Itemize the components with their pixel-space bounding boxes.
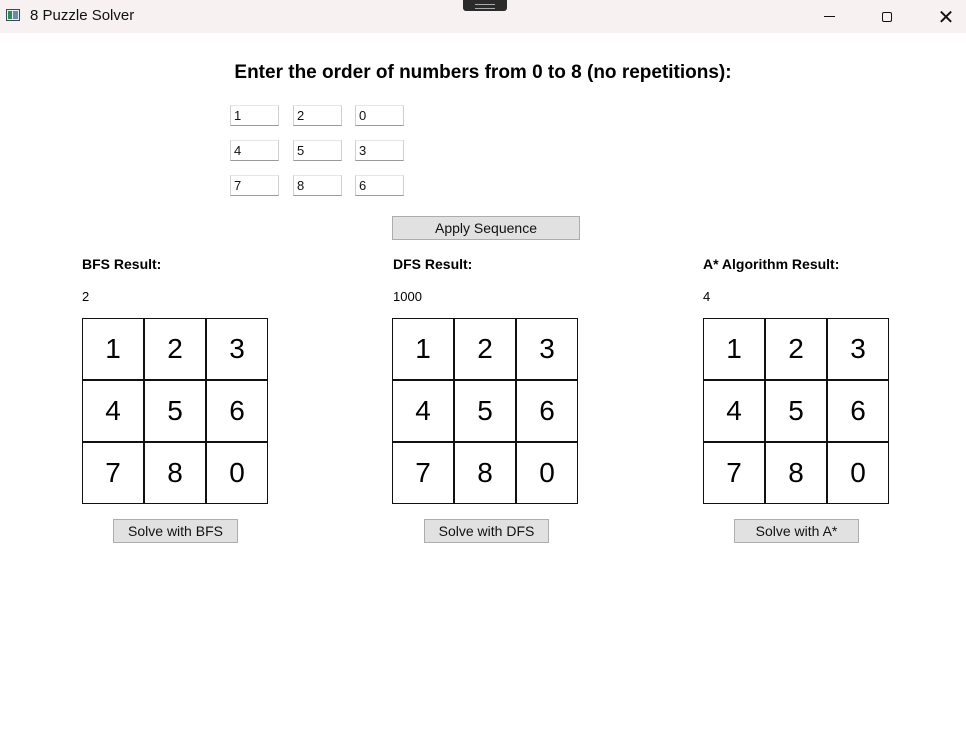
app-icon [6, 9, 20, 21]
solve-astar-button[interactable]: Solve with A* [734, 519, 859, 543]
bfs-tile: 1 [82, 318, 144, 380]
sequence-input-6[interactable] [355, 140, 404, 161]
astar-puzzle-grid: 1 2 3 4 5 6 7 8 0 [703, 318, 890, 505]
dfs-tile: 0 [516, 442, 578, 504]
sequence-input-8[interactable] [293, 175, 342, 196]
astar-tile: 6 [827, 380, 889, 442]
sequence-input-5[interactable] [293, 140, 342, 161]
window-title: 8 Puzzle Solver [30, 7, 135, 24]
maximize-icon [882, 11, 892, 22]
bfs-tile: 0 [206, 442, 268, 504]
astar-tile: 8 [765, 442, 827, 504]
sequence-input-4[interactable] [230, 140, 279, 161]
astar-tile: 2 [765, 318, 827, 380]
close-button[interactable]: ✕ [923, 0, 966, 33]
astar-result-value: 4 [703, 289, 711, 304]
snap-layout-handle[interactable] [463, 0, 507, 11]
title-bar[interactable]: 8 Puzzle Solver ✕ [0, 0, 966, 33]
dfs-tile: 3 [516, 318, 578, 380]
bfs-tile: 3 [206, 318, 268, 380]
astar-tile: 3 [827, 318, 889, 380]
solve-dfs-button[interactable]: Solve with DFS [424, 519, 549, 543]
bfs-tile: 7 [82, 442, 144, 504]
sequence-input-9[interactable] [355, 175, 404, 196]
apply-sequence-button[interactable]: Apply Sequence [392, 216, 580, 240]
bfs-result-label: BFS Result: [82, 256, 162, 272]
sequence-input-1[interactable] [230, 105, 279, 126]
page-heading: Enter the order of numbers from 0 to 8 (… [234, 62, 732, 83]
dfs-tile: 5 [454, 380, 516, 442]
sequence-input-3[interactable] [355, 105, 404, 126]
sequence-input-2[interactable] [293, 105, 342, 126]
app-window: 8 Puzzle Solver ✕ Enter the order of num… [0, 0, 966, 731]
dfs-tile: 2 [454, 318, 516, 380]
dfs-tile: 7 [392, 442, 454, 504]
dfs-tile: 4 [392, 380, 454, 442]
bfs-tile: 6 [206, 380, 268, 442]
sequence-input-7[interactable] [230, 175, 279, 196]
dfs-result-label: DFS Result: [393, 256, 473, 272]
astar-tile: 1 [703, 318, 765, 380]
bfs-tile: 5 [144, 380, 206, 442]
minimize-icon [823, 16, 835, 17]
astar-tile: 7 [703, 442, 765, 504]
solve-bfs-button[interactable]: Solve with BFS [113, 519, 238, 543]
dfs-result-value: 1000 [393, 289, 422, 304]
astar-tile: 4 [703, 380, 765, 442]
close-icon: ✕ [937, 4, 955, 29]
astar-result-label: A* Algorithm Result: [703, 256, 840, 272]
dfs-tile: 6 [516, 380, 578, 442]
bfs-tile: 8 [144, 442, 206, 504]
dfs-puzzle-grid: 1 2 3 4 5 6 7 8 0 [392, 318, 579, 505]
bfs-puzzle-grid: 1 2 3 4 5 6 7 8 0 [82, 318, 269, 505]
minimize-button[interactable] [806, 0, 852, 33]
maximize-button[interactable] [864, 0, 910, 33]
astar-tile: 0 [827, 442, 889, 504]
bfs-tile: 2 [144, 318, 206, 380]
dfs-tile: 8 [454, 442, 516, 504]
astar-tile: 5 [765, 380, 827, 442]
dfs-tile: 1 [392, 318, 454, 380]
bfs-tile: 4 [82, 380, 144, 442]
bfs-result-value: 2 [82, 289, 90, 304]
